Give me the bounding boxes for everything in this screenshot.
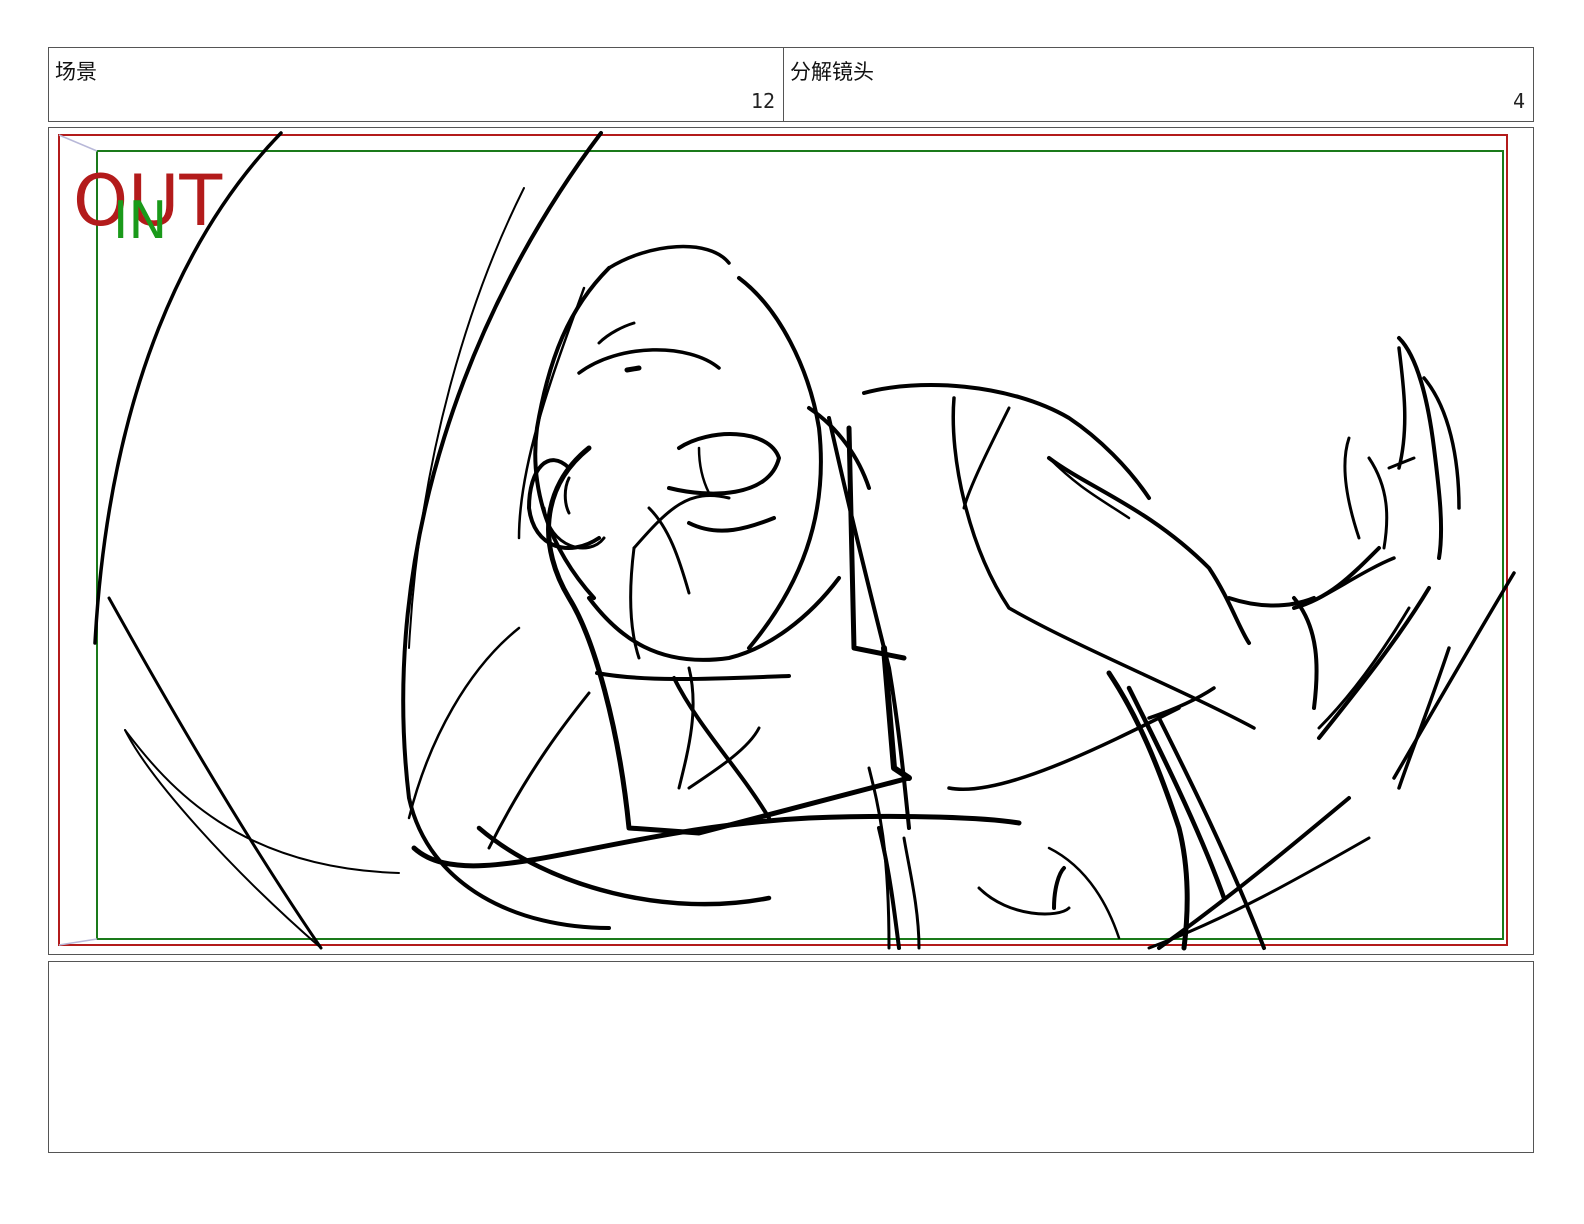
out-frame [58,134,1508,946]
scene-cell: 场景 12 [49,48,784,121]
in-label: IN [113,191,167,251]
scene-number: 12 [750,89,775,113]
sketch-canvas: OUT IN [58,131,1516,951]
corner-guide [58,134,98,152]
scene-label: 场景 [55,60,97,84]
shot-number: 4 [1512,89,1525,113]
notes-area[interactable] [48,961,1534,1153]
shot-cell: 分解镜头 4 [784,48,1533,121]
shot-label: 分解镜头 [790,60,874,84]
storyboard-header: 场景 12 分解镜头 4 [48,47,1534,122]
storyboard-panel[interactable]: OUT IN [48,127,1534,955]
character-sketch [93,131,1516,951]
